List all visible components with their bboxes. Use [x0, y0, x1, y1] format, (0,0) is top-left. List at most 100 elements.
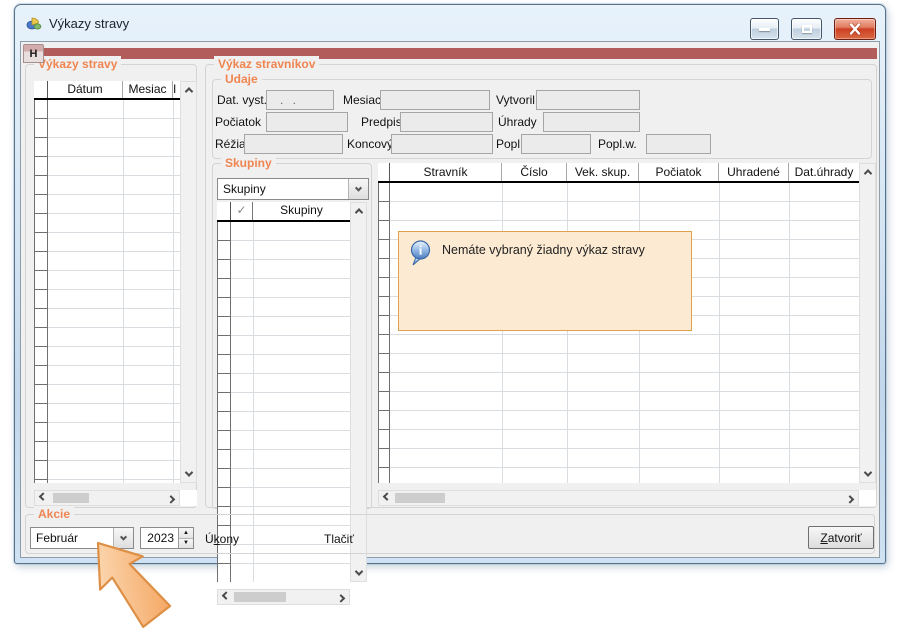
- akcie-legend: Akcie: [34, 506, 74, 522]
- row-selector-header: [378, 163, 390, 181]
- diners-horizontal-scrollbar[interactable]: [378, 490, 859, 506]
- annotation-arrow: [60, 533, 200, 640]
- scrollbar-thumb[interactable]: [395, 493, 445, 503]
- ukony-label-pre: Ú: [205, 532, 214, 546]
- info-message-text: Nemáte vybraný žiadny výkaz stravy: [442, 240, 645, 257]
- scroll-down-button[interactable]: [860, 466, 875, 482]
- scroll-right-button[interactable]: [333, 590, 349, 604]
- diners-vertical-scrollbar[interactable]: [859, 163, 876, 483]
- scroll-up-button[interactable]: [860, 164, 875, 180]
- field-label-popl: Popl.: [496, 137, 523, 151]
- h-tab[interactable]: H: [23, 44, 44, 63]
- field-predpis[interactable]: [400, 112, 493, 132]
- reports-horizontal-scrollbar[interactable]: [34, 490, 180, 506]
- field-popl-w[interactable]: [646, 134, 711, 154]
- scroll-down-button[interactable]: [351, 565, 366, 581]
- column-header-stravnik[interactable]: Stravník: [390, 163, 502, 181]
- skupiny-horizontal-scrollbar[interactable]: [217, 589, 350, 605]
- scroll-left-button[interactable]: [379, 491, 395, 505]
- column-header-partial: I: [173, 81, 180, 98]
- ukony-label-post: ony: [220, 532, 239, 546]
- check-column-header[interactable]: ✓: [231, 202, 253, 220]
- chevron-down-icon: [355, 184, 362, 191]
- reports-vertical-scrollbar[interactable]: [180, 81, 197, 483]
- maximize-icon: [802, 25, 812, 33]
- field-pociatok[interactable]: [266, 112, 348, 132]
- scrollbar-corner: [180, 490, 197, 506]
- field-label-mesiac: Mesiac: [343, 93, 381, 107]
- chevron-right-icon: [167, 495, 175, 503]
- scrollbar-corner: [350, 589, 367, 605]
- info-icon: i: [409, 240, 432, 266]
- reports-group-legend: Výkazy stravy: [34, 56, 121, 72]
- scroll-right-button[interactable]: [842, 491, 858, 505]
- scrollbar-thumb[interactable]: [234, 592, 286, 602]
- column-header-vek-skup[interactable]: Vek. skup.: [567, 163, 639, 181]
- column-divider: [502, 183, 503, 483]
- skupiny-dropdown-button[interactable]: [348, 179, 368, 199]
- field-mesiac[interactable]: [380, 90, 490, 110]
- client-area: H Výkazy stravy Dátum Mesiac I: [20, 41, 880, 558]
- field-rezia[interactable]: [244, 134, 343, 154]
- scroll-down-button[interactable]: [181, 466, 196, 482]
- skupiny-dropdown-value: Skupiny: [218, 179, 348, 199]
- column-header-cislo[interactable]: Číslo: [502, 163, 567, 181]
- chevron-up-icon: [354, 208, 362, 216]
- field-vytvoril[interactable]: [536, 90, 640, 110]
- minimize-button[interactable]: [750, 18, 779, 40]
- field-uhrady[interactable]: [543, 112, 640, 132]
- scroll-up-button[interactable]: [181, 82, 196, 98]
- ukony-menu-button[interactable]: Úkony: [205, 532, 239, 546]
- field-label-predpis: Predpis: [361, 115, 402, 129]
- skupiny-group: Skupiny Skupiny ✓ Skupiny: [212, 163, 372, 509]
- column-divider: [567, 183, 568, 483]
- diners-group-legend: Výkaz stravníkov: [214, 56, 319, 72]
- zatvorit-label-mnemonic: Z: [820, 531, 827, 545]
- skupiny-dropdown[interactable]: Skupiny: [217, 178, 369, 200]
- minimize-icon: [759, 28, 770, 31]
- scroll-left-button[interactable]: [218, 590, 234, 604]
- reports-table-header: Dátum Mesiac I: [34, 81, 180, 100]
- column-header-uhradene[interactable]: Uhradené: [719, 163, 789, 181]
- scroll-left-button[interactable]: [35, 491, 51, 505]
- window-title: Výkazy stravy: [49, 16, 129, 31]
- column-header-mesiac[interactable]: Mesiac: [123, 81, 173, 98]
- field-label-vytvoril: Vytvoril: [496, 93, 535, 107]
- chevron-left-icon: [39, 492, 47, 500]
- skupiny-legend: Skupiny: [221, 155, 276, 171]
- red-title-strip: [23, 48, 877, 59]
- scrollbar-thumb[interactable]: [53, 493, 89, 503]
- window-controls: [750, 18, 876, 40]
- zatvorit-label-post: atvoriť: [828, 531, 862, 545]
- column-header-pociatok[interactable]: Počiatok: [639, 163, 719, 181]
- scrollbar-corner: [859, 490, 876, 506]
- zatvorit-button[interactable]: Zatvoriť: [808, 526, 874, 549]
- reports-row-selector-column[interactable]: [34, 100, 48, 483]
- diners-table: Stravník Číslo Vek. skup. Počiatok Uhrad…: [378, 163, 876, 509]
- field-label-pociatok: Počiatok: [215, 115, 261, 129]
- maximize-button[interactable]: [791, 18, 822, 40]
- column-header-dat-uhrady[interactable]: Dat.úhrady: [789, 163, 859, 181]
- scroll-up-button[interactable]: [351, 203, 366, 219]
- column-header-datum[interactable]: Dátum: [48, 81, 123, 98]
- chevron-right-icon: [846, 495, 854, 503]
- field-koncovy[interactable]: [391, 134, 493, 154]
- tlacit-menu-button[interactable]: Tlačiť: [324, 532, 354, 546]
- diners-report-group: Výkaz stravníkov Udaje Dat. vyst. . . Me…: [205, 64, 877, 508]
- chevron-up-icon: [863, 169, 871, 177]
- field-dat-vyst[interactable]: . .: [266, 90, 334, 110]
- close-button[interactable]: [834, 18, 876, 40]
- diners-row-selector-column[interactable]: [378, 183, 390, 483]
- field-popl[interactable]: [521, 134, 591, 154]
- svg-text:i: i: [419, 243, 423, 258]
- field-label-dat-vyst: Dat. vyst.: [217, 93, 267, 107]
- page: Výkazy stravy H Výkazy stravy: [0, 0, 900, 640]
- title-bar[interactable]: Výkazy stravy: [15, 5, 885, 41]
- diners-table-header: Stravník Číslo Vek. skup. Počiatok Uhrad…: [378, 163, 859, 183]
- column-header-skupiny[interactable]: Skupiny: [253, 202, 350, 220]
- info-message-box: i Nemáte vybraný žiadny výkaz stravy: [398, 231, 692, 331]
- column-divider: [173, 100, 174, 483]
- scroll-right-button[interactable]: [163, 491, 179, 505]
- chevron-right-icon: [337, 594, 345, 602]
- reports-table-body[interactable]: [48, 100, 180, 483]
